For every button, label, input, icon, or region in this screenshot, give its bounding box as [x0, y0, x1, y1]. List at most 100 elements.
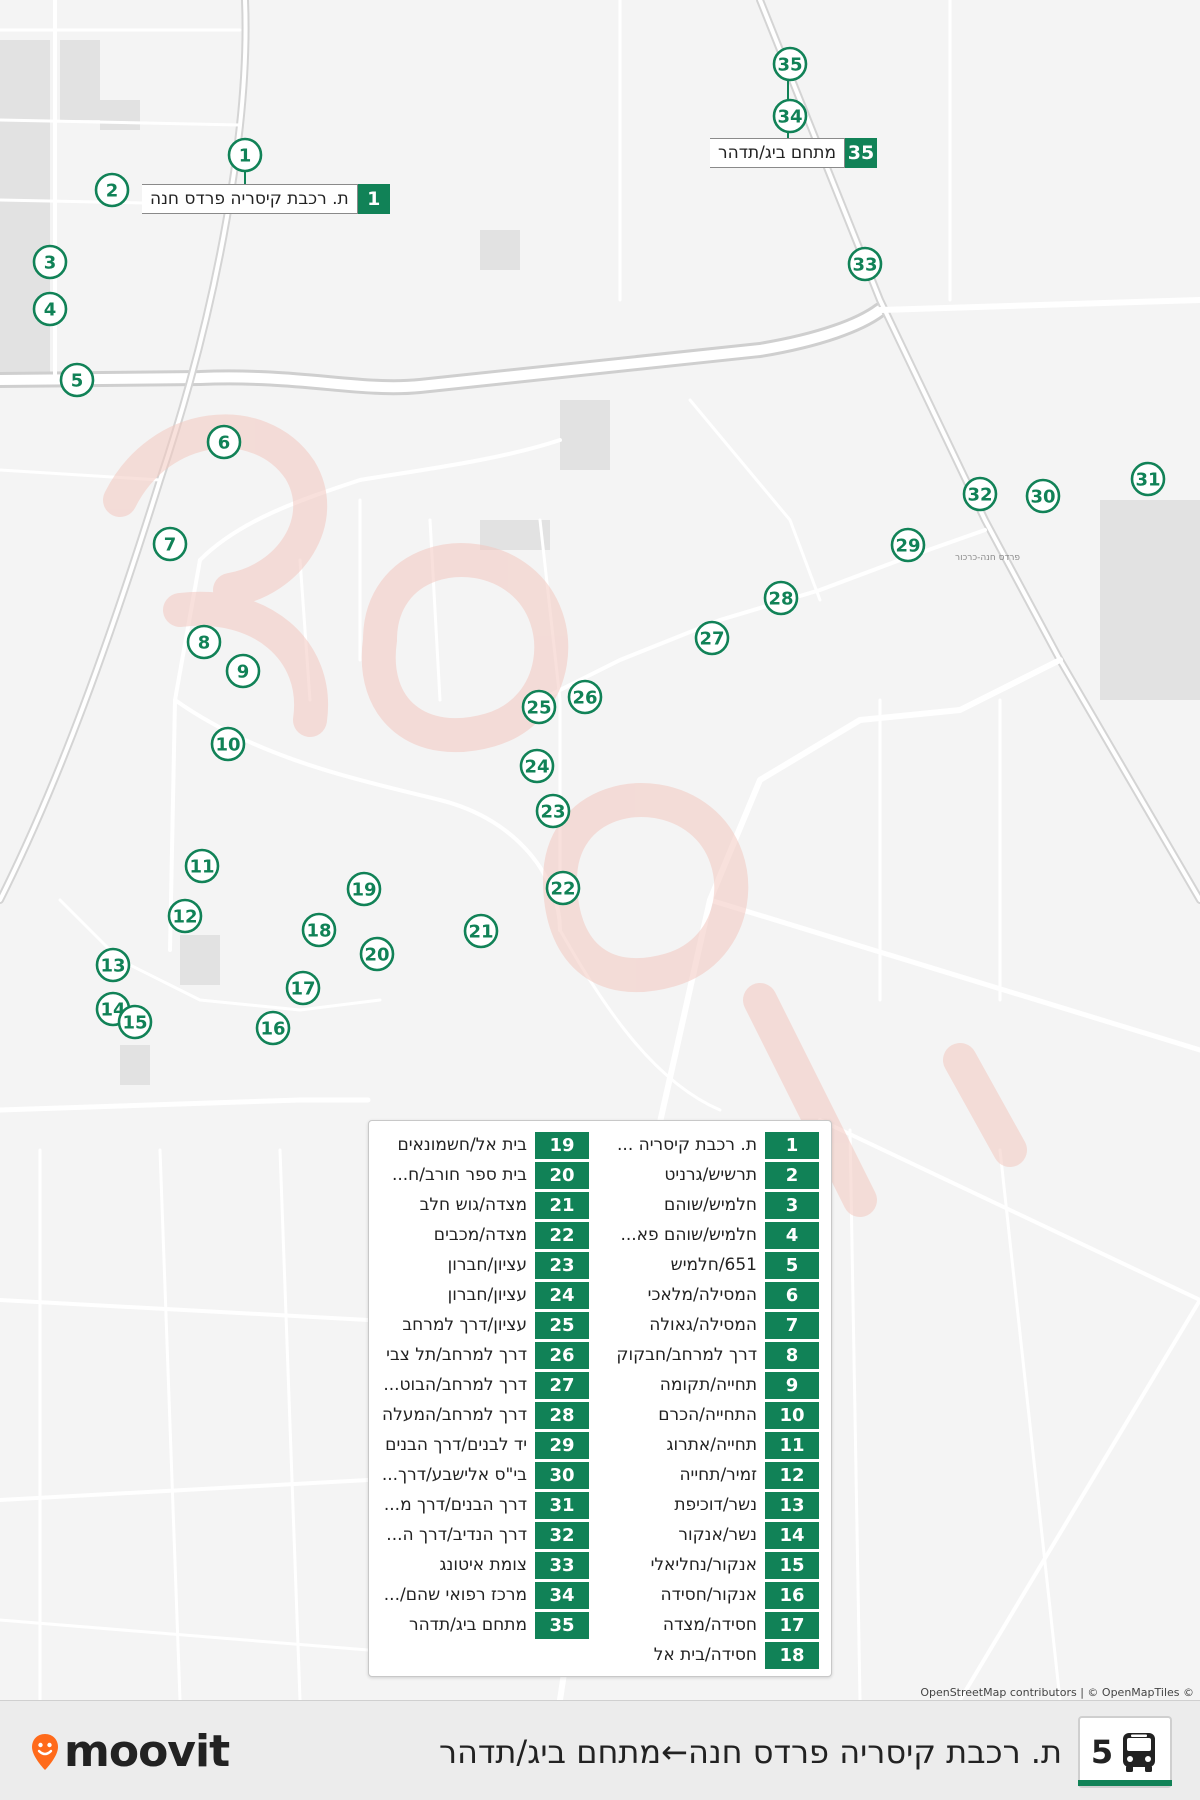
legend-stop-number: 17: [765, 1611, 819, 1639]
legend-stop-number: 13: [765, 1491, 819, 1519]
stop-marker[interactable]: 26: [567, 679, 603, 715]
legend-row[interactable]: זמיר/תחייה 12: [599, 1460, 819, 1490]
stop-marker[interactable]: 1: [227, 137, 263, 173]
stop-marker-number: 8: [198, 633, 211, 654]
stop-marker[interactable]: 32: [962, 476, 998, 512]
legend-row[interactable]: אנקור/נחליאלי 15: [599, 1550, 819, 1580]
stop-marker-number: 16: [260, 1019, 285, 1040]
legend-row[interactable]: צומת איטונג 33: [369, 1550, 589, 1580]
legend-row[interactable]: חסידה/בית אל 18: [599, 1640, 819, 1670]
stop-marker[interactable]: 22: [545, 870, 581, 906]
stop-marker-number: 20: [364, 945, 389, 966]
end-stop-callout[interactable]: מתחם ביג/תדהר 35: [710, 138, 878, 168]
stop-marker[interactable]: 21: [463, 913, 499, 949]
legend-row[interactable]: חלמיש/שוהם פא... 4: [599, 1220, 819, 1250]
stop-marker[interactable]: 13: [95, 947, 131, 983]
stop-marker-number: 30: [1030, 487, 1055, 508]
legend-stop-name: חלמיש/שוהם: [664, 1195, 757, 1215]
stop-marker[interactable]: 7: [152, 526, 188, 562]
stop-marker[interactable]: 30: [1025, 478, 1061, 514]
stop-marker[interactable]: 34: [772, 98, 808, 134]
stop-marker[interactable]: 11: [184, 848, 220, 884]
legend-row[interactable]: אנקור/חסידה 16: [599, 1580, 819, 1610]
stop-marker[interactable]: 23: [535, 793, 571, 829]
legend-stop-number: 19: [535, 1131, 589, 1159]
legend-stop-name: תרשיש/גרניט: [664, 1165, 757, 1185]
stop-marker[interactable]: 20: [359, 936, 395, 972]
start-stop-callout[interactable]: ת. רכבת קיסריה פרדס חנה 1: [142, 184, 390, 214]
legend-stop-number: 15: [765, 1551, 819, 1579]
moovit-logo[interactable]: moovit: [30, 1726, 230, 1777]
legend-row[interactable]: מתחם ביג/תדהר 35: [369, 1610, 589, 1640]
legend-row[interactable]: מצדה/גוש חלב 21: [369, 1190, 589, 1220]
legend-row[interactable]: דרך למרחב/חבקוק 8: [599, 1340, 819, 1370]
legend-row[interactable]: נשר/אנקור 14: [599, 1520, 819, 1550]
stop-marker[interactable]: 10: [210, 726, 246, 762]
stop-marker[interactable]: 31: [1130, 461, 1166, 497]
map-attribution[interactable]: OpenStreetMap contributors | © OpenMapTi…: [920, 1686, 1194, 1699]
stop-marker-number: 23: [540, 802, 565, 823]
legend-stop-name: מצדה/גוש חלב: [419, 1195, 527, 1215]
legend-row[interactable]: דרך הבנים/דרך מ... 31: [369, 1490, 589, 1520]
stop-marker[interactable]: 28: [763, 580, 799, 616]
stop-marker-number: 19: [351, 880, 376, 901]
stop-marker[interactable]: 15: [117, 1004, 153, 1040]
legend-stop-name: תחייה/אתרוג: [666, 1435, 758, 1455]
legend-stop-name: עציון/חברון: [447, 1285, 527, 1305]
stop-marker[interactable]: 8: [186, 624, 222, 660]
legend-row[interactable]: ת. רכבת קיסריה ... 1: [599, 1130, 819, 1160]
legend-row[interactable]: חסידה/מצדה 17: [599, 1610, 819, 1640]
stop-marker[interactable]: 33: [847, 246, 883, 282]
legend-row[interactable]: תחייה/אתרוג 11: [599, 1430, 819, 1460]
stop-marker[interactable]: 18: [301, 912, 337, 948]
legend-row[interactable]: דרך למרחב/תל צבי 26: [369, 1340, 589, 1370]
logo-wordmark: moovit: [64, 1726, 230, 1777]
legend-stop-number: 20: [535, 1161, 589, 1189]
stop-marker[interactable]: 12: [167, 898, 203, 934]
stop-marker[interactable]: 17: [285, 970, 321, 1006]
street-label: פרדס חנה-כרכור: [955, 553, 1020, 563]
legend-row[interactable]: דרך למרחב/המעלה 28: [369, 1400, 589, 1430]
legend-row[interactable]: המסילה/גאולה 7: [599, 1310, 819, 1340]
stop-marker[interactable]: 6: [206, 424, 242, 460]
legend-row[interactable]: עציון/חברון 23: [369, 1250, 589, 1280]
route-badge-accent: [1078, 1780, 1172, 1786]
stop-marker[interactable]: 4: [32, 291, 68, 327]
legend-row[interactable]: התחייה/הכרם 10: [599, 1400, 819, 1430]
stop-marker[interactable]: 24: [519, 748, 555, 784]
legend-row[interactable]: עציון/דרך למרחב 25: [369, 1310, 589, 1340]
legend-row[interactable]: עציון/חברון 24: [369, 1280, 589, 1310]
legend-stop-name: אנקור/נחליאלי: [650, 1555, 757, 1575]
legend-row[interactable]: בי"ס אלישבע/דרך... 30: [369, 1460, 589, 1490]
legend-row[interactable]: נשר/דוכיפת 13: [599, 1490, 819, 1520]
stop-marker[interactable]: 9: [225, 653, 261, 689]
legend-stop-number: 6: [765, 1281, 819, 1309]
legend-row[interactable]: בית ספר חורב/ח... 20: [369, 1160, 589, 1190]
legend-stop-number: 25: [535, 1311, 589, 1339]
legend-row[interactable]: בית אל/חשמונאים 19: [369, 1130, 589, 1160]
legend-row[interactable]: 651/חלמיש 5: [599, 1250, 819, 1280]
stop-marker[interactable]: 25: [521, 689, 557, 725]
legend-row[interactable]: מצדה/מכבים 22: [369, 1220, 589, 1250]
legend-row[interactable]: תרשיש/גרניט 2: [599, 1160, 819, 1190]
legend-row[interactable]: דרך למרחב/הבוט... 27: [369, 1370, 589, 1400]
stop-marker[interactable]: 2: [94, 172, 130, 208]
legend-row[interactable]: יד לבנים/דרך הבנים 29: [369, 1430, 589, 1460]
stop-marker[interactable]: 16: [255, 1010, 291, 1046]
legend-column-right: ת. רכבת קיסריה ... 1 תרשיש/גרניט 2 חלמיש/ש…: [599, 1130, 819, 1670]
legend-row[interactable]: תחייה/תקומה 9: [599, 1370, 819, 1400]
stop-marker-number: 34: [777, 107, 802, 128]
stop-marker[interactable]: 3: [32, 244, 68, 280]
legend-row[interactable]: המסילה/מלאכי 6: [599, 1280, 819, 1310]
stop-marker[interactable]: 27: [694, 620, 730, 656]
legend-row[interactable]: דרך הנדיב/דרך ה... 32: [369, 1520, 589, 1550]
legend-stop-number: 7: [765, 1311, 819, 1339]
route-badge[interactable]: 5: [1078, 1716, 1172, 1788]
stop-marker[interactable]: 19: [346, 871, 382, 907]
stop-marker[interactable]: 29: [890, 527, 926, 563]
stop-marker-number: 13: [100, 956, 125, 977]
stop-marker[interactable]: 35: [772, 46, 808, 82]
stop-marker[interactable]: 5: [59, 362, 95, 398]
legend-row[interactable]: מרכז רפואי שהם/... 34: [369, 1580, 589, 1610]
legend-row[interactable]: חלמיש/שוהם 3: [599, 1190, 819, 1220]
